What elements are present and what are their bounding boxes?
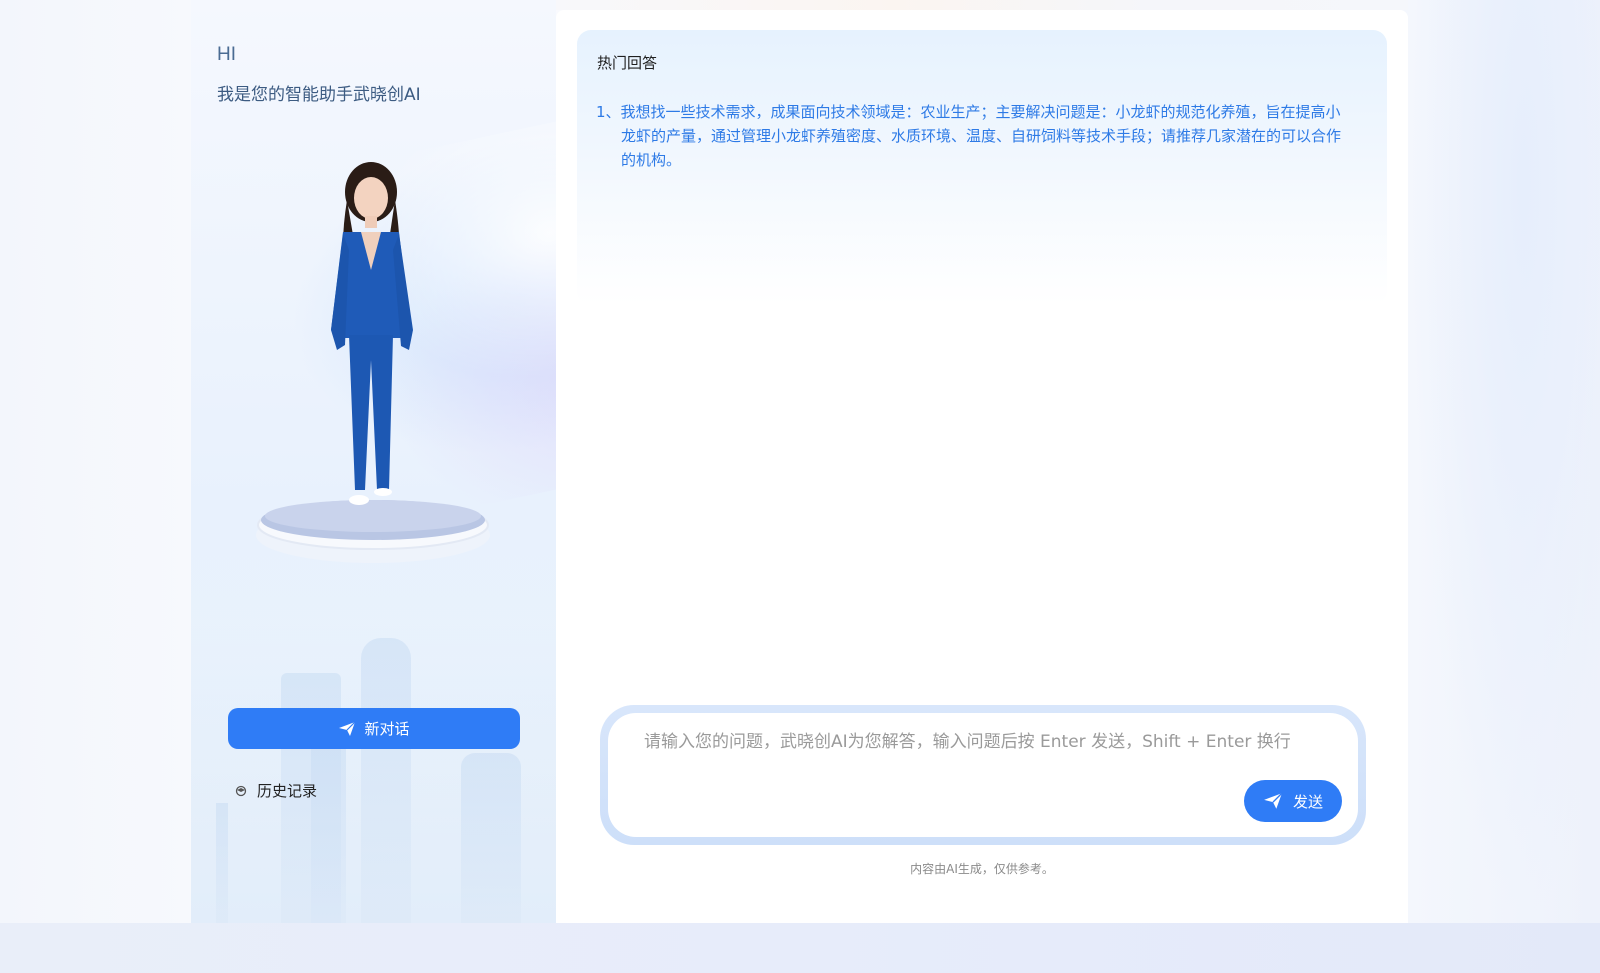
page-bottom-band: [0, 923, 1600, 973]
hot-answer-item[interactable]: 1、我想找一些技术需求，成果面向技术领域是：农业生产；主要解决问题是：小龙虾的规…: [596, 100, 1346, 172]
chat-input-placeholder[interactable]: 请输入您的问题，武晓创AI为您解答，输入问题后按 Enter 发送，Shift …: [644, 731, 1324, 753]
city-skyline: [191, 623, 556, 923]
send-plane-icon: [339, 721, 356, 736]
send-button[interactable]: 发送: [1244, 780, 1342, 822]
history-icon: [235, 785, 247, 796]
history-label: 历史记录: [257, 782, 318, 800]
main-top-strip: [556, 0, 1408, 10]
greeting-hi: HI: [217, 44, 236, 65]
send-label: 发送: [1292, 792, 1323, 811]
chat-input-box[interactable]: 请输入您的问题，武晓创AI为您解答，输入问题后按 Enter 发送，Shift …: [608, 713, 1358, 837]
new-chat-label: 新对话: [364, 720, 410, 738]
ai-disclaimer: 内容由AI生成，仅供参考。: [910, 862, 1054, 876]
greeting-subtitle: 我是您的智能助手武晓创AI: [217, 85, 421, 105]
send-plane-icon: [1264, 792, 1283, 809]
new-chat-button[interactable]: 新对话: [228, 708, 520, 749]
history-link[interactable]: 历史记录: [235, 780, 317, 801]
chat-input-container: 请输入您的问题，武晓创AI为您解答，输入问题后按 Enter 发送，Shift …: [600, 705, 1366, 845]
assistant-avatar: [256, 162, 490, 563]
hot-answers-card: 热门回答 1、我想找一些技术需求，成果面向技术领域是：农业生产；主要解决问题是：…: [577, 30, 1387, 305]
hot-answers-title: 热门回答: [597, 54, 658, 72]
chat-panel: 热门回答 1、我想找一些技术需求，成果面向技术领域是：农业生产；主要解决问题是：…: [556, 10, 1408, 923]
background-glow: [1410, 0, 1600, 923]
assistant-sidebar: HI 我是您的智能助手武晓创AI 新对话 历史记录: [191, 0, 556, 923]
